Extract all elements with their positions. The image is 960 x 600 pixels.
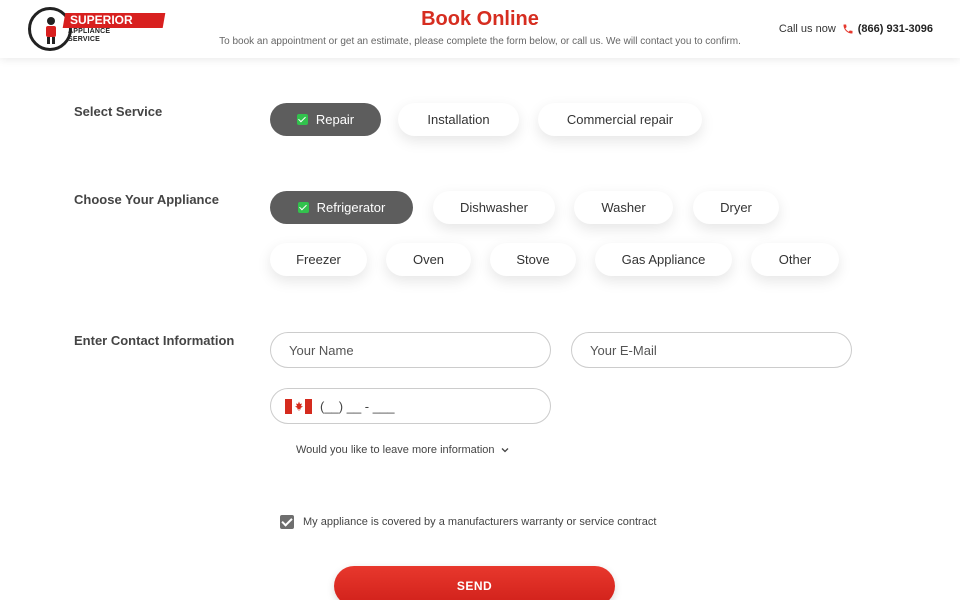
warranty-checkbox[interactable] bbox=[280, 515, 294, 529]
phone-number[interactable]: (866) 931-3096 bbox=[858, 23, 933, 35]
call-us-label: Call us now bbox=[778, 23, 836, 35]
appliance-oven-chip[interactable]: Oven bbox=[386, 243, 471, 276]
warranty-row: My appliance is covered by a manufacture… bbox=[280, 515, 656, 529]
appliance-freezer-chip[interactable]: Freezer bbox=[270, 243, 367, 276]
appliance-dishwasher-chip[interactable]: Dishwasher bbox=[433, 191, 555, 224]
choose-appliance-label: Choose Your Appliance bbox=[74, 192, 219, 207]
more-info-toggle[interactable]: Would you like to leave more information bbox=[296, 444, 509, 456]
phone-input[interactable] bbox=[320, 398, 520, 414]
chevron-down-icon bbox=[501, 448, 508, 453]
header: SUPERIOR APPLIANCE SERVICE Book Online T… bbox=[0, 0, 960, 58]
appliance-dryer-chip[interactable]: Dryer bbox=[693, 191, 779, 224]
appliance-stove-chip[interactable]: Stove bbox=[490, 243, 576, 276]
appliance-gas-appliance-chip[interactable]: Gas Appliance bbox=[595, 243, 732, 276]
appliance-refrigerator-chip[interactable]: Refrigerator bbox=[270, 191, 413, 224]
check-icon bbox=[297, 202, 309, 213]
appliance-washer-chip[interactable]: Washer bbox=[574, 191, 673, 224]
email-field[interactable] bbox=[571, 332, 852, 368]
contact-info-label: Enter Contact Information bbox=[74, 333, 235, 348]
phone-field[interactable] bbox=[270, 388, 551, 424]
select-service-label: Select Service bbox=[74, 104, 163, 119]
service-installation-chip[interactable]: Installation bbox=[398, 103, 519, 136]
check-icon bbox=[296, 114, 308, 125]
name-field[interactable] bbox=[270, 332, 551, 368]
service-commercial-repair-chip[interactable]: Commercial repair bbox=[538, 103, 702, 136]
service-repair-chip[interactable]: Repair bbox=[270, 103, 381, 136]
more-info-label: Would you like to leave more information bbox=[296, 444, 495, 456]
send-button[interactable]: SEND bbox=[334, 566, 615, 600]
warranty-label: My appliance is covered by a manufacture… bbox=[303, 516, 657, 528]
phone-icon bbox=[843, 24, 853, 34]
call-us[interactable]: Call us now (866) 931-3096 bbox=[779, 23, 933, 35]
canada-flag-icon[interactable] bbox=[285, 398, 312, 414]
page-subtitle: To book an appointment or get an estimat… bbox=[219, 36, 741, 47]
appliance-other-chip[interactable]: Other bbox=[751, 243, 839, 276]
